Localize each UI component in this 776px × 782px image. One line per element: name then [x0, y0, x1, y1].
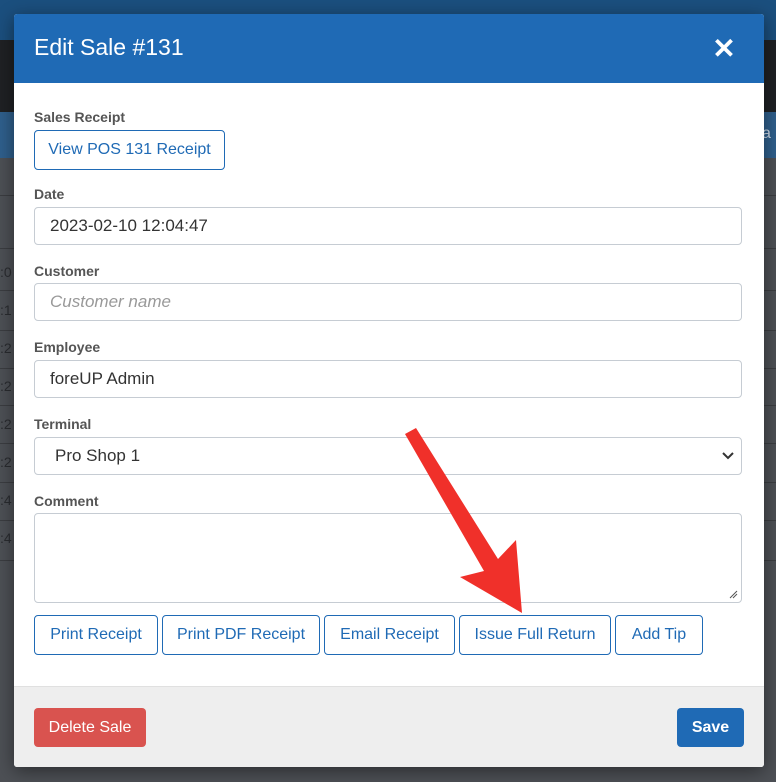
background-cell: :2	[0, 340, 12, 356]
background-cell: :2	[0, 416, 12, 432]
background-cell: :4	[0, 492, 12, 508]
edit-sale-modal: Edit Sale #131 ✕ Sales Receipt View POS …	[14, 14, 764, 767]
background-cell: :4	[0, 530, 12, 546]
annotation-arrow-icon	[405, 428, 522, 613]
background-cell: :1	[0, 302, 12, 318]
background-cell: :2	[0, 378, 12, 394]
background-cell: :2	[0, 454, 12, 470]
background-cell: :0	[0, 264, 12, 280]
